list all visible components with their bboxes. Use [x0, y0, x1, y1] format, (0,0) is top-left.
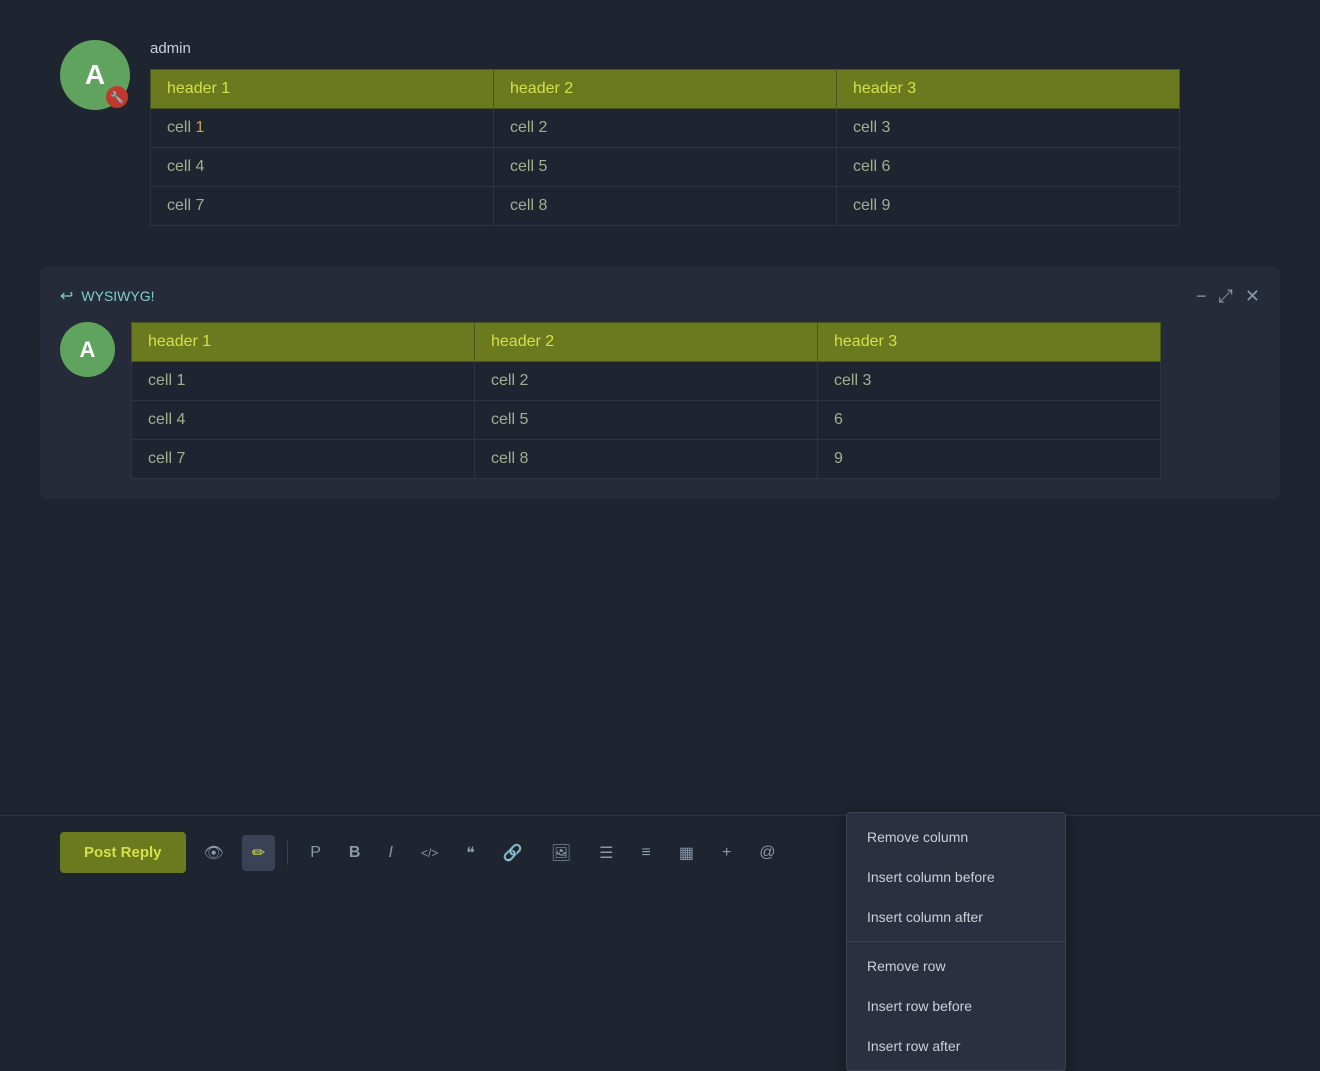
editor-inner: A header 1 header 2 header 3 cell 1: [60, 322, 1260, 479]
bottom-toolbar: Post Reply 👁 ✏ P B I </> ❝ 🔗 🖼 ☰ ≡ ▦ + @: [0, 815, 1320, 889]
bold-button[interactable]: B: [339, 836, 371, 870]
paragraph-button[interactable]: P: [300, 836, 331, 870]
pencil-icon: ✏: [252, 845, 265, 862]
editor-content-area[interactable]: header 1 header 2 header 3 cell 1 cell 2…: [131, 322, 1260, 479]
editor-col-header-1: header 1: [132, 323, 475, 362]
image-icon: 🖼: [551, 845, 571, 862]
editor-cell-3-1: cell 7: [132, 440, 475, 479]
editor-cell-1-3: cell 3: [818, 362, 1161, 401]
editor-cell-1-1: cell 1: [132, 362, 475, 401]
table-button[interactable]: ▦: [669, 835, 704, 871]
edit-button[interactable]: ✏: [242, 835, 275, 871]
italic-icon: I: [388, 844, 392, 861]
preview-button[interactable]: 👁: [194, 835, 234, 871]
context-menu-remove-row[interactable]: Remove row: [847, 946, 1065, 986]
top-post-table: header 1 header 2 header 3 cell 1 cell 2…: [150, 69, 1180, 226]
editor-cell-1-2: cell 2: [475, 362, 818, 401]
context-menu-insert-column-before[interactable]: Insert column before: [847, 857, 1065, 897]
post-reply-button[interactable]: Post Reply: [60, 832, 186, 873]
bold-icon: B: [349, 844, 361, 861]
editor-controls: − ⤢ ✕: [1196, 287, 1260, 305]
post-author-name: admin: [150, 40, 1260, 57]
editor-table-header-row: header 1 header 2 header 3: [132, 323, 1161, 362]
code-icon: </>: [421, 846, 438, 860]
link-icon: 🔗: [503, 845, 523, 862]
context-menu-divider: [847, 941, 1065, 942]
italic-button[interactable]: I: [378, 836, 402, 870]
col-header-3: header 3: [837, 70, 1180, 109]
col-header-2: header 2: [494, 70, 837, 109]
cell-2-3: cell 6: [837, 148, 1180, 187]
cell-3-1: cell 7: [151, 187, 494, 226]
editor-table-wrapper: header 1 header 2 header 3 cell 1 cell 2…: [131, 322, 1260, 479]
table-row: cell 7 cell 8 cell 9: [151, 187, 1180, 226]
editor-cell-3-3: 9: [818, 440, 1161, 479]
avatar-letter: A: [85, 59, 105, 91]
preview-icon: 👁: [204, 845, 224, 862]
col-header-1: header 1: [151, 70, 494, 109]
add-button[interactable]: +: [712, 836, 741, 870]
editor-cell-3-2: cell 8: [475, 440, 818, 479]
cell-1-1: cell 1: [151, 109, 494, 148]
wrench-icon: 🔧: [110, 91, 124, 104]
quote-icon: ❝: [466, 845, 475, 862]
editor-table[interactable]: header 1 header 2 header 3 cell 1 cell 2…: [131, 322, 1161, 479]
table-header-row: header 1 header 2 header 3: [151, 70, 1180, 109]
minimize-button[interactable]: −: [1196, 287, 1207, 305]
paragraph-icon: P: [310, 844, 321, 861]
fullscreen-icon: ⤢: [1219, 286, 1233, 306]
context-menu-insert-row-after[interactable]: Insert row after: [847, 1026, 1065, 1066]
table-row: cell 7 cell 8 9: [132, 440, 1161, 479]
table-icon: ▦: [679, 845, 694, 862]
image-button[interactable]: 🖼: [541, 835, 581, 871]
close-button[interactable]: ✕: [1245, 287, 1260, 305]
context-menu-insert-row-before[interactable]: Insert row before: [847, 986, 1065, 1026]
close-icon: ✕: [1245, 286, 1260, 306]
cell-1-3: cell 3: [837, 109, 1180, 148]
table-row: cell 1 cell 2 cell 3: [132, 362, 1161, 401]
mention-button[interactable]: @: [749, 836, 785, 870]
cell-2-1: cell 4: [151, 148, 494, 187]
link-button[interactable]: 🔗: [493, 835, 533, 871]
top-post-area: A 🔧 admin header 1 header 2 header 3 cel…: [0, 0, 1320, 256]
table-row: cell 4 cell 5 cell 6: [151, 148, 1180, 187]
context-menu: Remove column Insert column before Inser…: [846, 812, 1066, 1071]
cell-1-2: cell 2: [494, 109, 837, 148]
quote-button[interactable]: ❝: [456, 835, 485, 871]
context-menu-remove-column[interactable]: Remove column: [847, 817, 1065, 857]
toolbar-separator: [287, 841, 288, 865]
author-avatar: A 🔧: [60, 40, 130, 110]
reply-icon: ↩: [60, 286, 73, 306]
numbered-list-icon: ≡: [641, 844, 650, 861]
cell-3-2: cell 8: [494, 187, 837, 226]
cell-3-3: cell 9: [837, 187, 1180, 226]
mention-icon: @: [759, 844, 775, 861]
editor-cell-2-1: cell 4: [132, 401, 475, 440]
admin-badge: 🔧: [106, 86, 128, 108]
cell-2-2: cell 5: [494, 148, 837, 187]
table-row: cell 1 cell 2 cell 3: [151, 109, 1180, 148]
bullet-list-button[interactable]: ☰: [589, 835, 623, 871]
add-icon: +: [722, 844, 731, 861]
editor-col-header-2: header 2: [475, 323, 818, 362]
fullscreen-button[interactable]: ⤢: [1219, 287, 1233, 305]
editor-cell-2-2: cell 5: [475, 401, 818, 440]
code-button[interactable]: </>: [411, 836, 448, 870]
post-content: admin header 1 header 2 header 3 cell 1 …: [150, 40, 1260, 226]
editor-col-header-3: header 3: [818, 323, 1161, 362]
editor-title-area: ↩ WYSIWYG!: [60, 286, 155, 306]
bullet-list-icon: ☰: [599, 845, 613, 862]
editor-avatar: A: [60, 322, 115, 377]
editor-header: ↩ WYSIWYG! − ⤢ ✕: [60, 286, 1260, 306]
editor-container: ↩ WYSIWYG! − ⤢ ✕ A header 1 heade: [40, 266, 1280, 499]
context-menu-insert-column-after[interactable]: Insert column after: [847, 897, 1065, 937]
editor-avatar-letter: A: [80, 337, 96, 363]
numbered-list-button[interactable]: ≡: [631, 836, 660, 870]
editor-title-text: WYSIWYG!: [81, 288, 154, 304]
editor-cell-2-3: 6: [818, 401, 1161, 440]
table-row: cell 4 cell 5 6: [132, 401, 1161, 440]
